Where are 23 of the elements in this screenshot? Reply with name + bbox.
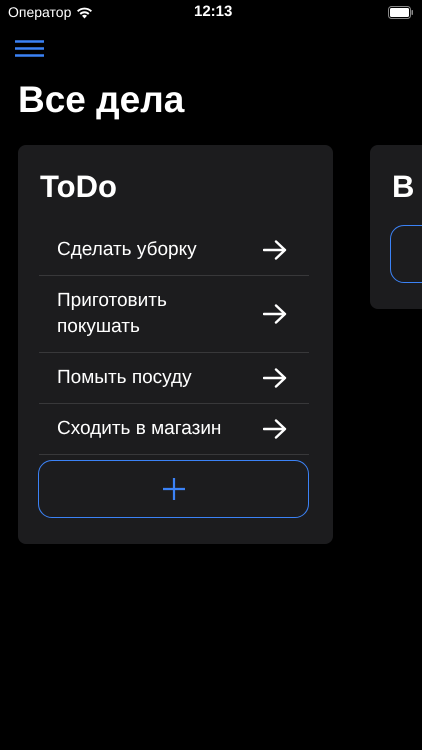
task-title: Помыть посуду (57, 366, 193, 390)
arrow-right-icon (263, 304, 287, 324)
menu-icon (15, 40, 44, 56)
task-row[interactable]: Приготовить покушать (39, 276, 309, 353)
wifi-icon (76, 6, 94, 18)
task-title: Сходить в магазин (57, 417, 222, 441)
task-title: Сделать уборку (57, 238, 198, 262)
task-title: Приготовить покушать (57, 289, 168, 339)
plus-icon (162, 477, 186, 501)
arrow-right-icon (263, 368, 287, 388)
status-time: 12:13 (194, 2, 232, 22)
board-title: ToDo (40, 168, 117, 206)
page-title: Все дела (17, 78, 186, 122)
task-row[interactable]: Помыть посуду (39, 353, 309, 404)
battery-icon (388, 6, 414, 18)
arrow-right-icon (263, 240, 287, 260)
carrier-name: Оператор (8, 2, 72, 22)
add-button[interactable] (38, 460, 309, 518)
board-title: В (392, 168, 414, 206)
task-row[interactable]: Сходить в магазин (39, 404, 309, 455)
arrow-right-icon (263, 419, 287, 439)
menu-button[interactable] (15, 38, 44, 58)
task-row[interactable]: Сделать уборку (39, 225, 309, 276)
